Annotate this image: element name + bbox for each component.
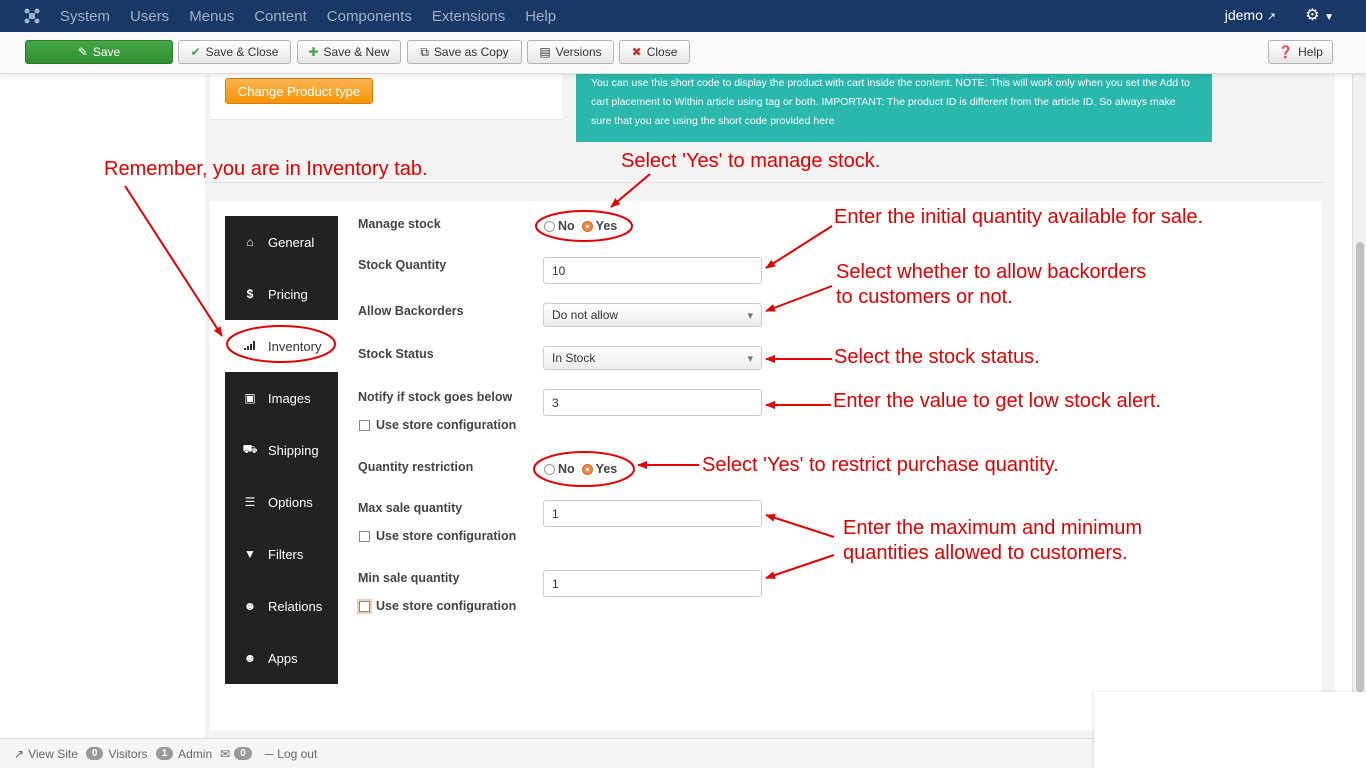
sitemap-icon: ☰: [244, 495, 256, 509]
copy-icon: ⧉: [420, 44, 429, 59]
logout-link[interactable]: ─ Log out: [265, 747, 318, 761]
close-button[interactable]: ✖ Close: [619, 40, 690, 64]
versions-button[interactable]: ▤ Versions: [527, 40, 614, 64]
plus-icon: ✚: [308, 45, 319, 59]
stock-status-label: Stock Status: [358, 347, 434, 361]
joomla-logo-icon[interactable]: [16, 0, 48, 32]
annotation-low-stock: Enter the value to get low stock alert.: [833, 390, 1161, 412]
menu-users[interactable]: Users: [130, 8, 169, 25]
notify-below-store-config: Use store configuration: [359, 418, 516, 432]
save-button[interactable]: ✎ Save: [25, 40, 173, 64]
truck-icon: ⛟: [242, 442, 258, 456]
manage-stock-no-radio[interactable]: [544, 220, 555, 232]
annotation-stock-status: Select the stock status.: [834, 346, 1040, 368]
notify-below-label: Notify if stock goes below: [358, 390, 513, 404]
messages-indicator[interactable]: ✉ 0: [220, 747, 257, 761]
save-copy-button[interactable]: ⧉ Save as Copy: [407, 40, 522, 64]
tab-images[interactable]: ▣ Images: [225, 372, 338, 424]
user-link[interactable]: jdemo ↗: [1225, 7, 1276, 23]
divider: [205, 182, 1325, 183]
toolbar: ✎ Save ✔ Save & Close ✚ Save & New ⧉ Save as…: [0, 32, 1366, 74]
edit-icon: ✎: [77, 45, 88, 59]
annotation-manage-stock: Select 'Yes' to manage stock.: [621, 150, 881, 172]
max-sale-label: Max sale quantity: [358, 501, 463, 515]
signal-icon: [240, 339, 260, 353]
annotation-backorders-line1: Select whether to allow backorders: [836, 261, 1147, 283]
notify-below-checkbox[interactable]: [359, 419, 370, 431]
main-menu: System Users Menus Content Components Ex…: [60, 8, 576, 25]
menu-content[interactable]: Content: [254, 8, 307, 25]
close-circle-icon: ✖: [631, 45, 642, 59]
tab-pricing[interactable]: $ Pricing: [225, 268, 338, 320]
tab-options[interactable]: ☰ Options: [225, 476, 338, 528]
max-sale-store-config: Use store configuration: [359, 529, 516, 543]
stock-quantity-input[interactable]: 10: [543, 257, 762, 284]
min-sale-input[interactable]: 1: [543, 570, 762, 597]
envelope-icon: ✉: [220, 746, 231, 761]
allow-backorders-label: Allow Backorders: [358, 304, 464, 318]
overlay-panel: [1094, 692, 1366, 768]
tab-filters[interactable]: ▼ Filters: [225, 528, 338, 580]
users-icon: ☻: [243, 651, 257, 665]
menu-system[interactable]: System: [60, 8, 110, 25]
home-icon: ⌂: [246, 235, 254, 249]
tab-shipping[interactable]: ⛟ Shipping: [225, 424, 338, 476]
tab-general[interactable]: ⌂ General: [225, 216, 338, 268]
notify-below-input[interactable]: 3: [543, 389, 762, 416]
archive-icon: ▤: [539, 45, 551, 59]
save-close-button[interactable]: ✔ Save & Close: [178, 40, 291, 64]
min-sale-store-config: Use store configuration: [359, 599, 516, 613]
allow-backorders-select[interactable]: Do not allow: [543, 303, 762, 327]
product-tabs: ⌂ General $ Pricing Inventory ▣ Images ⛟ Shi…: [225, 216, 338, 684]
scrollbar-thumb[interactable]: [1356, 242, 1364, 692]
change-product-type-button[interactable]: Change Product type: [225, 78, 373, 104]
min-sale-label: Min sale quantity: [358, 571, 460, 585]
manage-stock-radio: No Yes: [544, 219, 617, 233]
quantity-restriction-no-radio[interactable]: [544, 463, 555, 475]
check-icon: ✔: [190, 45, 201, 59]
menu-menus[interactable]: Menus: [189, 8, 234, 25]
shortcode-note: You can use this short code to display t…: [576, 74, 1212, 142]
min-sale-checkbox[interactable]: [359, 600, 370, 612]
gear-icon[interactable]: ⚙ ▼: [1305, 5, 1334, 25]
save-new-button[interactable]: ✚ Save & New: [297, 40, 401, 64]
minus-icon: ─: [264, 746, 274, 761]
annotation-restrict: Select 'Yes' to restrict purchase quanti…: [702, 454, 1059, 476]
page-scrollbar[interactable]: [1352, 74, 1366, 738]
dollar-icon: $: [246, 287, 254, 301]
stock-status-select[interactable]: In Stock: [543, 346, 762, 370]
view-site-link[interactable]: ↗ View Site: [14, 747, 78, 761]
top-navbar: System Users Menus Content Components Ex…: [0, 0, 1366, 32]
stock-quantity-label: Stock Quantity: [358, 258, 447, 272]
annotation-initial-qty: Enter the initial quantity available for…: [834, 206, 1204, 228]
annotation-maxmin-line1: Enter the maximum and minimum: [843, 517, 1142, 539]
max-sale-input[interactable]: 1: [543, 500, 762, 527]
menu-help[interactable]: Help: [525, 8, 556, 25]
tab-inventory[interactable]: Inventory: [225, 320, 338, 372]
filter-icon: ▼: [244, 547, 256, 561]
menu-extensions[interactable]: Extensions: [432, 8, 505, 25]
caret-down-icon: ▼: [1324, 12, 1334, 23]
annotation-backorders-line2: to customers or not.: [836, 286, 1013, 308]
tab-apps[interactable]: ☻ Apps: [225, 632, 338, 684]
help-button[interactable]: ❓ Help: [1268, 40, 1333, 64]
annotation-maxmin-line2: quantities allowed to customers.: [843, 542, 1128, 564]
visitors-indicator: 0 Visitors: [85, 747, 148, 761]
tab-relations[interactable]: ☻ Relations: [225, 580, 338, 632]
question-icon: ❓: [1278, 45, 1294, 59]
admin-indicator: 1 Admin: [155, 747, 212, 761]
manage-stock-label: Manage stock: [358, 217, 441, 231]
quantity-restriction-yes-radio[interactable]: [581, 463, 593, 475]
external-link-icon: ↗: [14, 746, 25, 761]
users-icon: ☻: [243, 599, 257, 613]
manage-stock-yes-radio[interactable]: [581, 220, 593, 232]
annotation-inventory-tab: Remember, you are in Inventory tab.: [104, 158, 428, 180]
image-icon: ▣: [244, 391, 256, 405]
quantity-restriction-label: Quantity restriction: [358, 460, 474, 474]
external-link-icon: ↗: [1266, 11, 1276, 23]
max-sale-checkbox[interactable]: [359, 530, 370, 542]
quantity-restriction-radio: No Yes: [544, 462, 617, 476]
menu-components[interactable]: Components: [327, 8, 412, 25]
